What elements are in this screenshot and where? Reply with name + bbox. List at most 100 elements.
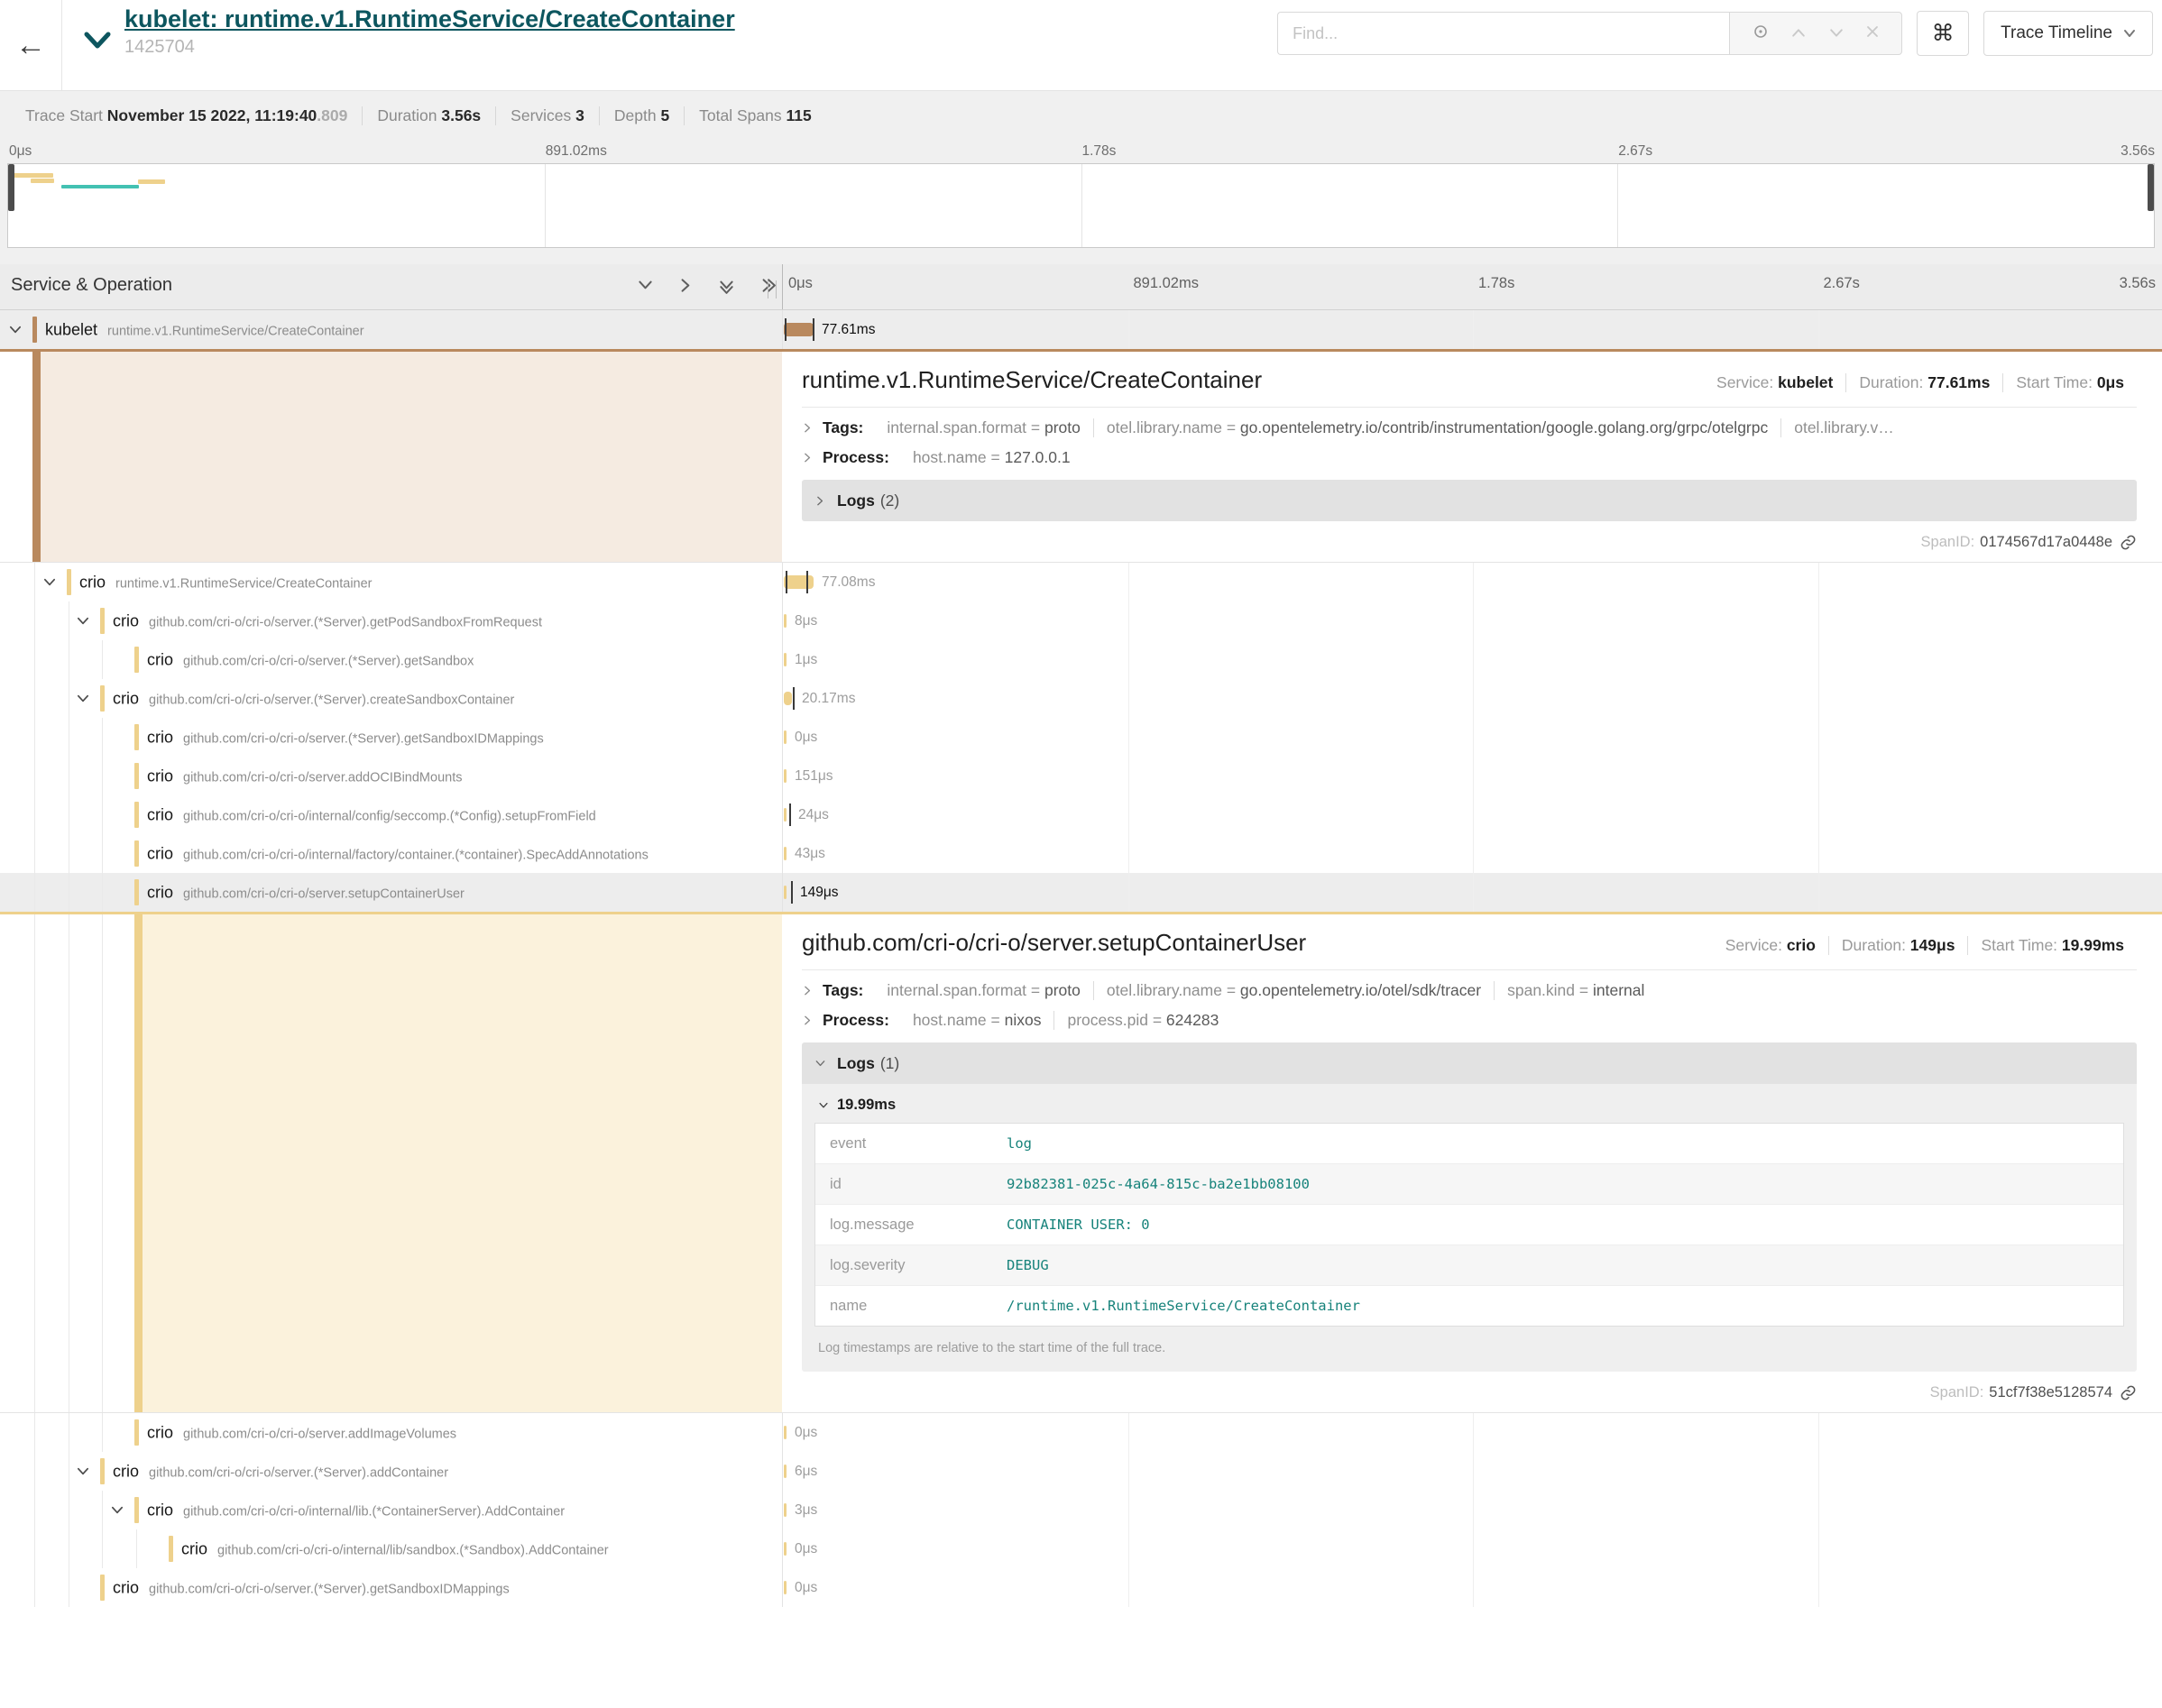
span-row[interactable]: criogithub.com/cri-o/cri-o/server.setupC… [0, 873, 2162, 912]
column-resize-handle[interactable] [768, 280, 777, 298]
span-duration-bar[interactable] [784, 692, 792, 705]
span-duration-bar[interactable] [784, 323, 814, 336]
span-row-name-cell[interactable]: criogithub.com/cri-o/cri-o/internal/lib/… [0, 1529, 782, 1568]
span-log-marker[interactable] [785, 318, 787, 341]
log-field-value[interactable]: log [1007, 1135, 1032, 1152]
span-duration-bar[interactable] [784, 847, 787, 860]
span-row-name-cell[interactable]: criogithub.com/cri-o/cri-o/server.addIma… [0, 1413, 782, 1452]
span-row-timeline-cell[interactable]: 0μs [782, 1568, 2162, 1607]
span-duration-bar[interactable] [784, 769, 787, 783]
span-row-name-cell[interactable]: criogithub.com/cri-o/cri-o/server.(*Serv… [0, 601, 782, 640]
chevron-up-icon[interactable] [1790, 25, 1807, 41]
span-row[interactable]: criogithub.com/cri-o/cri-o/internal/lib.… [0, 1491, 2162, 1529]
span-row[interactable]: crioruntime.v1.RuntimeService/CreateCont… [0, 563, 2162, 601]
span-duration-bar[interactable] [784, 730, 787, 744]
trace-title-link[interactable]: kubelet: runtime.v1.RuntimeService/Creat… [124, 5, 735, 33]
span-row[interactable]: kubeletruntime.v1.RuntimeService/CreateC… [0, 310, 2162, 349]
span-row[interactable]: criogithub.com/cri-o/cri-o/server.(*Serv… [0, 601, 2162, 640]
span-duration-bar[interactable] [784, 808, 787, 822]
span-log-marker[interactable] [793, 687, 795, 710]
chevron-down-icon[interactable] [1828, 25, 1845, 41]
span-expander-chevron-down-icon[interactable] [76, 1465, 90, 1479]
span-row-name-cell[interactable]: criogithub.com/cri-o/cri-o/server.(*Serv… [0, 1452, 782, 1491]
span-row-timeline-cell[interactable]: 151μs [782, 757, 2162, 795]
span-row[interactable]: criogithub.com/cri-o/cri-o/server.(*Serv… [0, 679, 2162, 718]
minimap-canvas[interactable] [7, 163, 2155, 248]
span-row[interactable]: criogithub.com/cri-o/cri-o/server.addIma… [0, 1413, 2162, 1452]
span-row-name-cell[interactable]: criogithub.com/cri-o/cri-o/server.(*Serv… [0, 679, 782, 718]
link-icon[interactable] [2120, 1384, 2137, 1401]
span-duration-bar[interactable] [784, 575, 814, 589]
span-duration-bar[interactable] [784, 653, 787, 666]
span-row-timeline-cell[interactable]: 0μs [782, 1529, 2162, 1568]
minimap-right-handle[interactable] [2148, 164, 2154, 211]
span-row-timeline-cell[interactable]: 0μs [782, 1413, 2162, 1452]
span-row[interactable]: criogithub.com/cri-o/cri-o/server.(*Serv… [0, 640, 2162, 679]
span-row[interactable]: criogithub.com/cri-o/cri-o/internal/conf… [0, 795, 2162, 834]
log-field-value[interactable]: CONTAINER USER: 0 [1007, 1217, 1150, 1233]
tags-row[interactable]: Tags:internal.span.format = protootel.li… [802, 981, 2137, 1000]
process-row[interactable]: Process:host.name = 127.0.0.1 [802, 448, 2137, 467]
logs-accordion-header[interactable]: Logs(1) [802, 1042, 2137, 1084]
span-row-timeline-cell[interactable]: 0μs [782, 718, 2162, 757]
span-row[interactable]: criogithub.com/cri-o/cri-o/server.(*Serv… [0, 1568, 2162, 1607]
span-log-marker[interactable] [806, 571, 808, 593]
span-duration-bar[interactable] [784, 1426, 787, 1439]
tags-row[interactable]: Tags:internal.span.format = protootel.li… [802, 418, 2137, 437]
span-duration-bar[interactable] [784, 614, 787, 628]
keyboard-shortcuts-button[interactable]: ⌘ [1917, 11, 1969, 56]
logs-accordion-header[interactable]: Logs(2) [802, 480, 2137, 521]
span-row-name-cell[interactable]: criogithub.com/cri-o/cri-o/server.(*Serv… [0, 640, 782, 679]
span-expander-chevron-down-icon[interactable] [76, 614, 90, 629]
span-log-marker[interactable] [813, 318, 814, 341]
span-row[interactable]: criogithub.com/cri-o/cri-o/server.(*Serv… [0, 1452, 2162, 1491]
span-row-name-cell[interactable]: kubeletruntime.v1.RuntimeService/CreateC… [0, 310, 782, 349]
log-field-value[interactable]: 92b82381-025c-4a64-815c-ba2e1bb08100 [1007, 1176, 1310, 1192]
locate-icon[interactable] [1752, 23, 1770, 45]
span-duration-bar[interactable] [784, 886, 787, 899]
log-field-value[interactable]: DEBUG [1007, 1257, 1049, 1273]
span-row-timeline-cell[interactable]: 20.17ms [782, 679, 2162, 718]
span-expander-chevron-down-icon[interactable] [76, 692, 90, 706]
span-duration-bar[interactable] [784, 1503, 787, 1517]
span-log-marker[interactable] [791, 881, 793, 904]
span-duration-bar[interactable] [784, 1581, 787, 1594]
span-row-name-cell[interactable]: criogithub.com/cri-o/cri-o/server.(*Serv… [0, 718, 782, 757]
span-row-timeline-cell[interactable]: 8μs [782, 601, 2162, 640]
span-duration-bar[interactable] [784, 1465, 787, 1478]
chevron-right-icon[interactable] [677, 277, 695, 294]
span-row-name-cell[interactable]: criogithub.com/cri-o/cri-o/internal/lib.… [0, 1491, 782, 1529]
span-row[interactable]: criogithub.com/cri-o/cri-o/server.addOCI… [0, 757, 2162, 795]
span-row-name-cell[interactable]: criogithub.com/cri-o/cri-o/server.addOCI… [0, 757, 782, 795]
span-duration-bar[interactable] [784, 1542, 787, 1556]
span-row-name-cell[interactable]: crioruntime.v1.RuntimeService/CreateCont… [0, 563, 782, 601]
span-row-timeline-cell[interactable]: 24μs [782, 795, 2162, 834]
span-expander-chevron-down-icon[interactable] [42, 575, 57, 590]
span-log-marker[interactable] [789, 803, 791, 826]
trace-view-dropdown[interactable]: Trace Timeline [1983, 11, 2153, 56]
chevron-down-icon[interactable] [637, 277, 654, 294]
span-row[interactable]: criogithub.com/cri-o/cri-o/internal/fact… [0, 834, 2162, 873]
span-row-timeline-cell[interactable]: 77.61ms [782, 310, 2162, 349]
span-row-timeline-cell[interactable]: 1μs [782, 640, 2162, 679]
link-icon[interactable] [2120, 534, 2137, 551]
minimap-left-handle[interactable] [8, 164, 14, 211]
span-row[interactable]: criogithub.com/cri-o/cri-o/internal/lib/… [0, 1529, 2162, 1568]
close-icon[interactable] [1865, 24, 1880, 43]
span-row-name-cell[interactable]: criogithub.com/cri-o/cri-o/internal/fact… [0, 834, 782, 873]
double-chevron-down-icon[interactable] [718, 277, 735, 294]
span-expander-chevron-down-icon[interactable] [8, 323, 23, 337]
span-log-marker[interactable] [786, 571, 787, 593]
log-entry-header[interactable]: 19.99ms [818, 1097, 2124, 1114]
span-row-timeline-cell[interactable]: 149μs [782, 873, 2162, 912]
span-row-name-cell[interactable]: criogithub.com/cri-o/cri-o/server.setupC… [0, 873, 782, 912]
log-field-value[interactable]: /runtime.v1.RuntimeService/CreateContain… [1007, 1298, 1360, 1314]
span-row-name-cell[interactable]: criogithub.com/cri-o/cri-o/internal/conf… [0, 795, 782, 834]
span-row-timeline-cell[interactable]: 6μs [782, 1452, 2162, 1491]
span-row-timeline-cell[interactable]: 77.08ms [782, 563, 2162, 601]
back-button[interactable]: ← [0, 0, 62, 90]
process-row[interactable]: Process:host.name = nixosprocess.pid = 6… [802, 1011, 2137, 1030]
trace-collapse-chevron[interactable] [83, 31, 112, 55]
span-row-name-cell[interactable]: criogithub.com/cri-o/cri-o/server.(*Serv… [0, 1568, 782, 1607]
span-row-timeline-cell[interactable]: 3μs [782, 1491, 2162, 1529]
